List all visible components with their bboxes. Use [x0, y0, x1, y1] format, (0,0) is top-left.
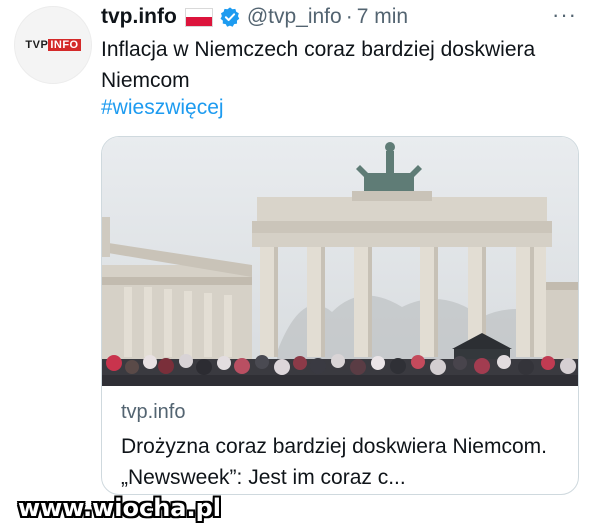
verified-badge-icon	[220, 7, 240, 27]
tvp-info-logo: TVP INFO	[25, 39, 81, 51]
tweet-timestamp[interactable]: 7 min	[357, 5, 408, 29]
brandenburg-gate-photo	[102, 137, 578, 386]
logo-info-text: INFO	[48, 39, 81, 51]
watermark: www.wiocha.pl	[18, 494, 222, 522]
logo-tvp-text: TVP	[25, 39, 49, 51]
card-title: Drożyzna coraz bardziej doskwiera Niemco…	[121, 435, 547, 489]
tweet-text: Inflacja w Niemczech coraz bardziej dosk…	[101, 38, 536, 92]
account-name[interactable]: tvp.info	[101, 5, 177, 29]
poland-flag-icon	[184, 7, 213, 27]
more-options-icon[interactable]: ···	[552, 2, 577, 28]
tweet-header: tvp.info @tvp_info · 7 min	[101, 5, 408, 29]
account-handle[interactable]: @tvp_info	[247, 5, 342, 29]
separator-dot: ·	[345, 5, 353, 28]
hashtag-link[interactable]: #wieszwięcej	[101, 96, 224, 120]
card-domain: tvp.info	[121, 401, 186, 423]
avatar[interactable]: TVP INFO	[14, 6, 92, 84]
link-card[interactable]: tvp.info Drożyzna coraz bardziej doskwie…	[101, 136, 579, 495]
